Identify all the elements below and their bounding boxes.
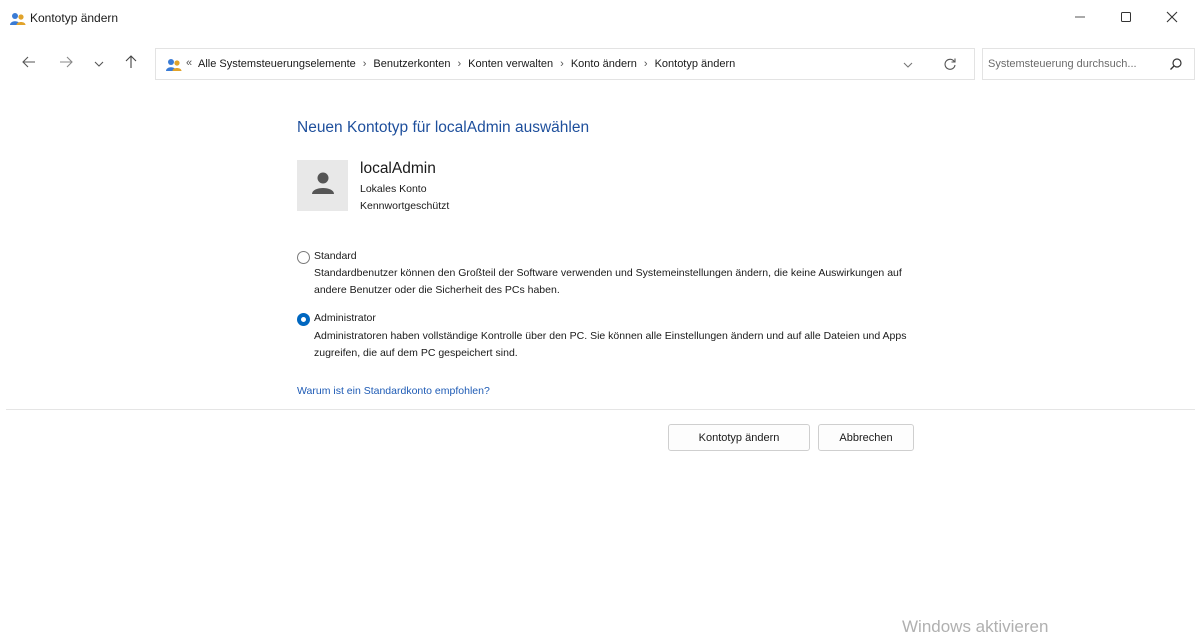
breadcrumb-item[interactable]: Kontotyp ändern bbox=[655, 58, 736, 70]
change-account-type-button[interactable]: Kontotyp ändern bbox=[668, 424, 810, 451]
account-type: Lokales Konto bbox=[360, 183, 427, 195]
back-button[interactable] bbox=[19, 54, 39, 74]
breadcrumb-item[interactable]: Alle Systemsteuerungselemente bbox=[198, 58, 356, 70]
avatar bbox=[297, 160, 348, 211]
back-arrow-icon bbox=[22, 55, 36, 73]
cancel-button[interactable]: Abbrechen bbox=[818, 424, 914, 451]
page-title: Neuen Kontotyp für localAdmin auswählen bbox=[297, 119, 590, 136]
up-button[interactable] bbox=[121, 54, 141, 74]
address-dropdown-icon[interactable] bbox=[902, 58, 916, 72]
close-icon bbox=[1166, 10, 1178, 28]
breadcrumb: Alle Systemsteuerungselemente › Benutzer… bbox=[198, 58, 735, 70]
maximize-button[interactable] bbox=[1103, 0, 1149, 38]
standard-description: Standardbenutzer können den Großteil der… bbox=[314, 267, 902, 296]
breadcrumb-separator[interactable]: › bbox=[457, 58, 461, 70]
search-box[interactable]: Systemsteuerung durchsuch... bbox=[982, 48, 1195, 80]
user-name: localAdmin bbox=[360, 160, 436, 177]
maximize-icon bbox=[1120, 10, 1132, 28]
search-placeholder[interactable]: Systemsteuerung durchsuch... bbox=[988, 58, 1137, 70]
breadcrumb-separator[interactable]: › bbox=[363, 58, 367, 70]
breadcrumb-separator[interactable]: › bbox=[560, 58, 564, 70]
administrator-description: Administratoren haben vollständige Kontr… bbox=[314, 330, 907, 359]
why-standard-link[interactable]: Warum ist ein Standardkonto empfohlen? bbox=[297, 385, 490, 397]
recent-locations-button[interactable] bbox=[89, 54, 109, 74]
control-panel-icon bbox=[166, 58, 182, 72]
up-arrow-icon bbox=[125, 54, 137, 74]
users-icon bbox=[10, 12, 26, 26]
window: Kontotyp ändern « Alle Systemsteuerungse… bbox=[0, 0, 1195, 638]
administrator-label[interactable]: Administrator bbox=[314, 312, 376, 324]
user-icon bbox=[311, 169, 335, 202]
minimize-button[interactable] bbox=[1057, 0, 1103, 38]
breadcrumb-item[interactable]: Konto ändern bbox=[571, 58, 637, 70]
title-bar: Kontotyp ändern bbox=[0, 0, 1195, 38]
standard-label[interactable]: Standard bbox=[314, 250, 357, 262]
address-bar[interactable]: « Alle Systemsteuerungselemente › Benutz… bbox=[155, 48, 975, 80]
window-title: Kontotyp ändern bbox=[30, 11, 119, 25]
refresh-icon[interactable] bbox=[943, 57, 959, 73]
standard-radio[interactable] bbox=[297, 251, 310, 264]
forward-arrow-icon bbox=[59, 55, 73, 73]
forward-button[interactable] bbox=[56, 54, 76, 74]
address-overflow[interactable]: « bbox=[186, 57, 192, 69]
breadcrumb-separator[interactable]: › bbox=[644, 58, 648, 70]
breadcrumb-item[interactable]: Konten verwalten bbox=[468, 58, 553, 70]
administrator-radio[interactable] bbox=[297, 313, 310, 326]
navigation-bar: « Alle Systemsteuerungselemente › Benutz… bbox=[0, 44, 1195, 88]
search-icon[interactable] bbox=[1169, 57, 1185, 73]
breadcrumb-item[interactable]: Benutzerkonten bbox=[373, 58, 450, 70]
divider bbox=[6, 409, 1195, 410]
activation-watermark: Windows aktivieren bbox=[902, 617, 1049, 636]
minimize-icon bbox=[1074, 10, 1086, 28]
password-status: Kennwortgeschützt bbox=[360, 200, 450, 212]
chevron-down-icon bbox=[94, 55, 104, 73]
close-button[interactable] bbox=[1149, 0, 1195, 38]
